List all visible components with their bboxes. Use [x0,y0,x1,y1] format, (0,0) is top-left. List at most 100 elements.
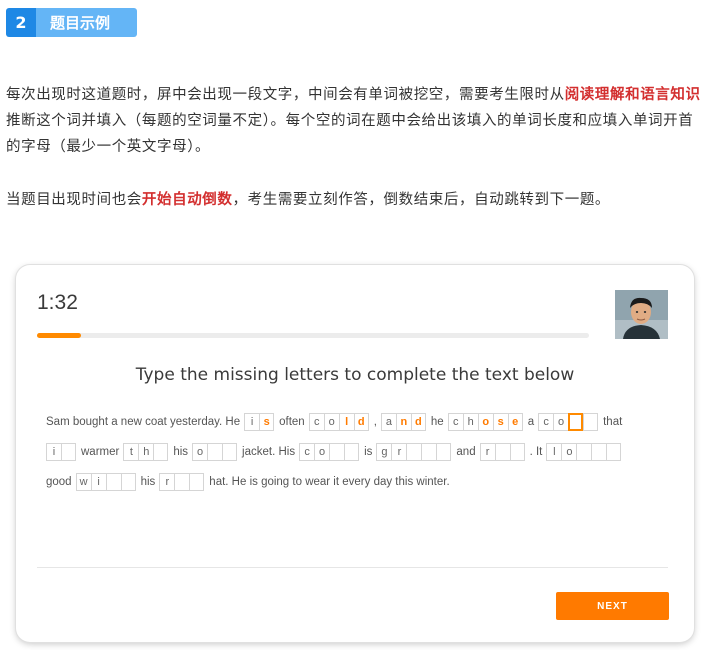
letter-box[interactable]: o [477,413,493,431]
word-gap[interactable]: th [123,443,169,461]
word-gap[interactable]: r [479,443,525,461]
passage-line: Sam bought a new coat yesterday. He i s oft… [46,411,666,433]
passage-text: . It [529,446,543,458]
letter-box[interactable] [494,443,510,461]
word-gap[interactable]: lo [546,443,622,461]
passage-text: and [456,446,476,458]
letter-box[interactable]: w [75,473,91,491]
para2-highlight: 开始自动倒数 [141,192,233,208]
letter-box[interactable] [583,413,599,431]
letter-box[interactable]: o [553,413,569,431]
word-gap[interactable]: gr [376,443,452,461]
letter-box[interactable] [189,473,205,491]
word-gap[interactable]: is [244,413,275,431]
letter-box[interactable] [61,443,76,461]
passage-text: hat. He is going to wear it every day th… [209,476,450,488]
section-number: 2 [6,8,36,37]
next-button[interactable]: NEXT [556,592,669,620]
letter-box[interactable]: s [259,413,275,431]
letter-box[interactable]: r [479,443,495,461]
para1-text: 每次出现时这道题时，屏中会出现一段文字，中间会有单词被挖空，需要考生限时从 [6,87,565,103]
question-instruction: Type the missing letters to complete the… [135,365,575,385]
letter-box[interactable]: l [338,413,354,431]
para2-text-end: ，考生需要立刻作答，倒数结束后，自动跳转到下一题。 [232,192,611,208]
letter-box[interactable]: h [462,413,478,431]
word-gap[interactable]: chose [447,413,523,431]
letter-box[interactable] [174,473,190,491]
passage-text: he [430,416,444,428]
passage-text: warmer [81,446,120,458]
passage-text: good [46,476,72,488]
description-paragraph-2: 当题目出现时间也会开始自动倒数，考生需要立刻作答，倒数结束后，自动跳转到下一题。 [6,187,702,213]
section-title: 题目示例 [36,8,137,37]
passage-text: that [603,416,623,428]
letter-box[interactable]: o [192,443,208,461]
letter-box[interactable] [509,443,525,461]
passage-text: Sam bought a new coat yesterday. He [46,416,241,428]
letter-box[interactable] [436,443,452,461]
letter-box[interactable]: i [90,473,106,491]
letter-box[interactable]: i [46,443,61,461]
letter-box[interactable]: t [123,443,139,461]
para2-text: 当题目出现时间也会 [6,192,142,208]
letter-box[interactable]: h [138,443,154,461]
countdown-timer: 1:32 [37,291,78,314]
passage-text: often [279,416,305,428]
letter-box[interactable] [207,443,223,461]
section-badge: 2 题目示例 [6,8,137,37]
letter-box[interactable]: r [159,473,175,491]
letter-box[interactable]: o [314,443,330,461]
letter-box[interactable] [153,443,169,461]
word-gap[interactable]: i [46,443,76,461]
letter-box[interactable]: s [492,413,508,431]
letter-box[interactable] [591,443,607,461]
letter-box[interactable]: n [395,413,411,431]
letter-box[interactable]: c [299,443,315,461]
para1-text-end: 推断这个词并填入（每题的空词量不定）。每个空的词在题中会给出该填入的单词长度和应… [6,113,694,155]
progress-bar [37,333,589,338]
letter-box[interactable]: l [546,443,562,461]
letter-box[interactable] [606,443,622,461]
progress-bar-fill [37,333,82,338]
passage-line: good w i his r hat. He is going to wear it ev… [46,471,666,493]
letter-box[interactable] [568,413,584,431]
letter-box[interactable]: g [376,443,392,461]
passage-line: i warmer t h his o jacket. His c o is g r and r. It l o [46,441,666,463]
word-gap[interactable]: and [380,413,426,431]
letter-box[interactable]: d [410,413,426,431]
letter-box[interactable] [105,473,121,491]
para1-highlight: 阅读理解和语言知识 [564,87,701,103]
letter-box[interactable]: c [447,413,463,431]
divider [37,567,668,568]
letter-box[interactable]: o [323,413,339,431]
passage-text: , [373,416,377,428]
letter-box[interactable] [421,443,437,461]
description-paragraph-1: 每次出现时这道题时，屏中会出现一段文字，中间会有单词被挖空，需要考生限时从阅读理… [6,82,702,160]
letter-box[interactable]: r [391,443,407,461]
letter-box[interactable]: i [244,413,260,431]
letter-box[interactable]: c [538,413,554,431]
letter-box[interactable] [406,443,422,461]
examiner-avatar [615,290,668,339]
letter-box[interactable] [344,443,360,461]
letter-box[interactable]: o [561,443,577,461]
word-gap[interactable]: co [538,413,599,431]
letter-box[interactable]: c [308,413,324,431]
exam-question-card: 1:32 Type the missing letters to complet… [16,265,694,642]
word-gap[interactable]: co [299,443,360,461]
letter-box[interactable]: e [507,413,523,431]
letter-box[interactable] [576,443,592,461]
letter-box[interactable] [120,473,136,491]
letter-box[interactable]: d [353,413,369,431]
passage-text: is [364,446,373,458]
word-gap[interactable]: cold [308,413,369,431]
passage-text: a [527,416,535,428]
passage-text: his [140,476,156,488]
word-gap[interactable]: r [159,473,205,491]
word-gap[interactable]: wi [75,473,136,491]
passage-text: his [173,446,189,458]
letter-box[interactable] [329,443,345,461]
word-gap[interactable]: o [192,443,238,461]
letter-box[interactable] [222,443,238,461]
letter-box[interactable]: a [380,413,396,431]
